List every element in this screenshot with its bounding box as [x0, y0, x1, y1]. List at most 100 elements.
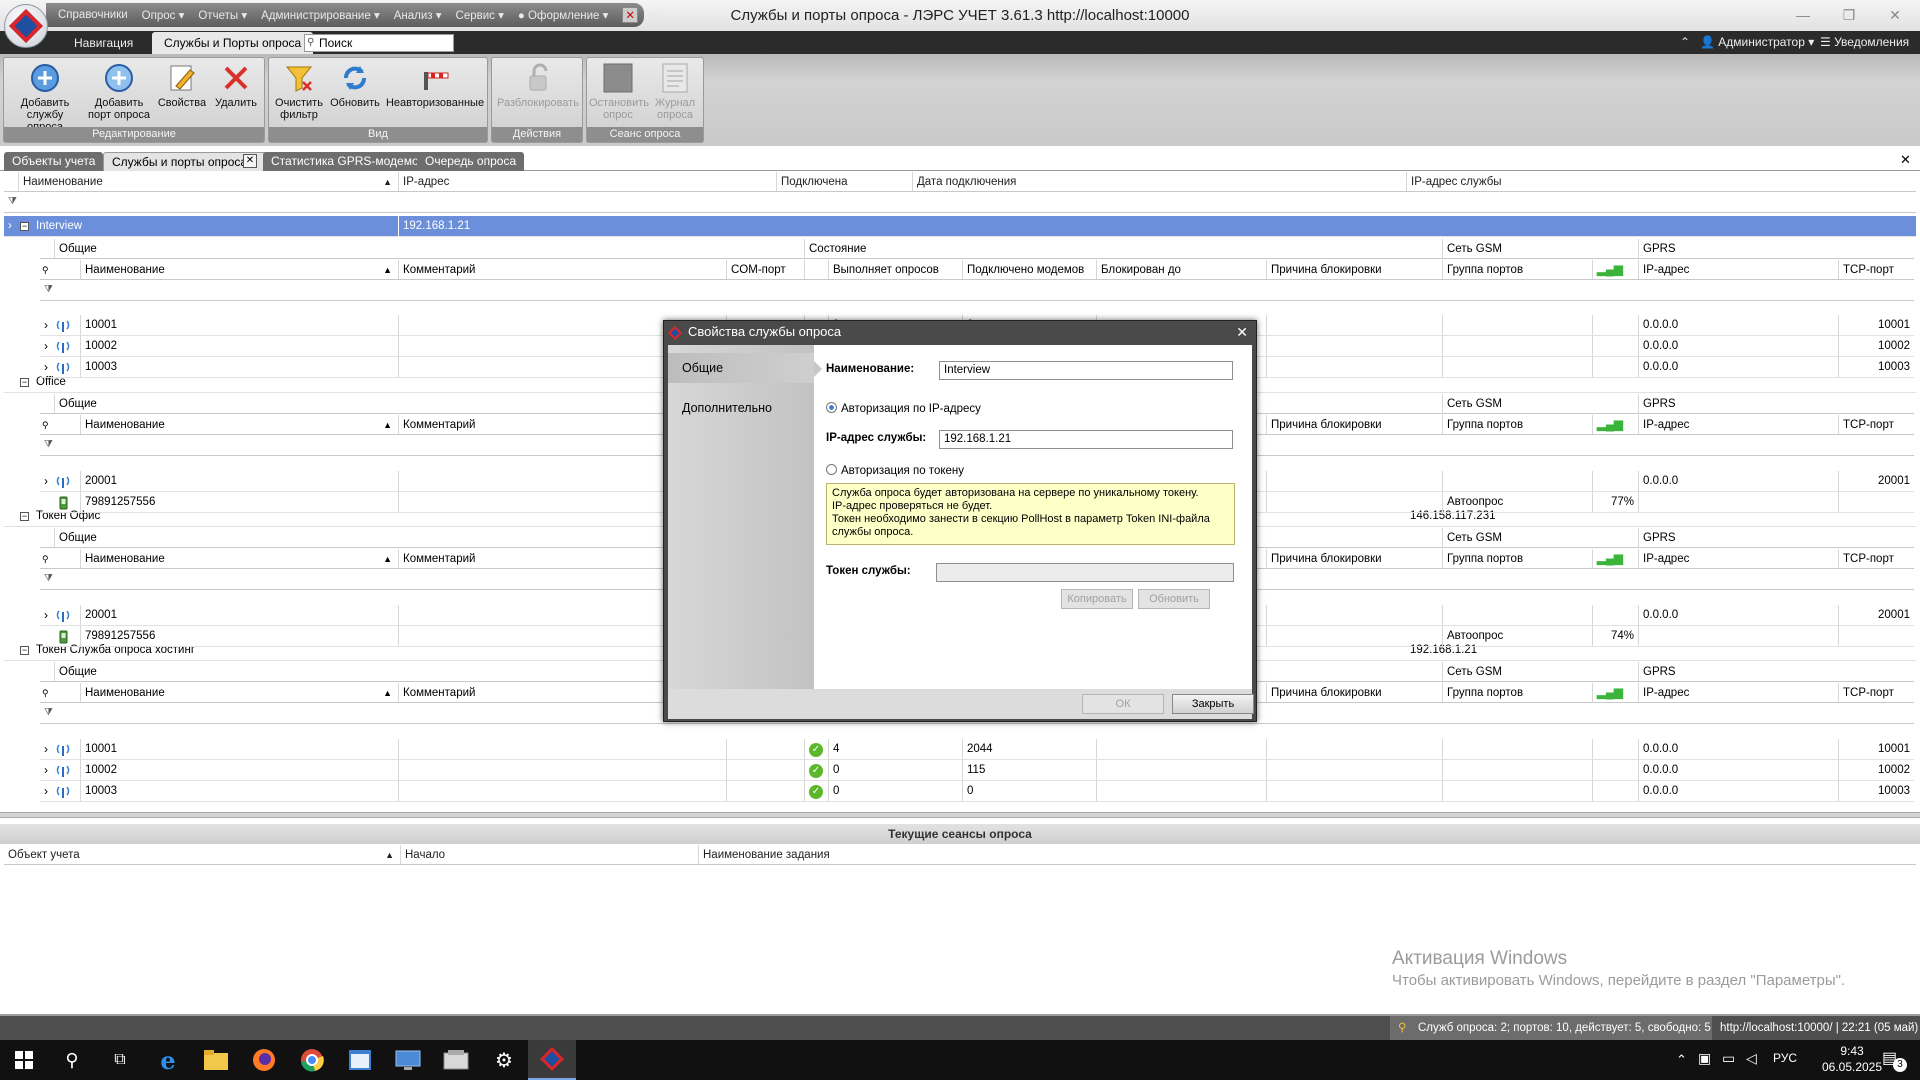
task-view-icon[interactable]: ⧉	[96, 1040, 144, 1080]
edge-icon[interactable]: e	[144, 1040, 192, 1080]
token-input[interactable]	[936, 563, 1234, 582]
add-service-button[interactable]: Добавитьслужбу опроса	[8, 62, 82, 133]
ok-button[interactable]: ОК	[1082, 694, 1164, 714]
user-menu[interactable]: 👤 Администратор ▾	[1700, 31, 1814, 54]
collapse-icon[interactable]: −	[20, 512, 29, 521]
delete-button[interactable]: Удалить	[210, 62, 262, 109]
subcol-block-reason[interactable]: Причина блокировки	[1266, 260, 1442, 279]
poll-log-button[interactable]: Журнал опроса	[647, 62, 703, 121]
col-connect-date[interactable]: Дата подключения	[912, 172, 1406, 191]
subcol-name[interactable]: Наименование ▲	[80, 549, 398, 568]
file-explorer-icon[interactable]	[192, 1040, 240, 1080]
close-all-tabs-icon[interactable]: ✕	[1900, 152, 1911, 168]
firefox-icon[interactable]	[240, 1040, 288, 1080]
menu-service[interactable]: Сервис ▾	[456, 8, 504, 22]
subcol-tcp[interactable]: TCP-порт	[1838, 415, 1914, 434]
tab-services-ports[interactable]: Службы и Порты опроса	[152, 32, 314, 54]
properties-button[interactable]: Свойства	[156, 62, 208, 109]
col-task-name[interactable]: Наименование задания	[698, 845, 1916, 864]
subcol-com-port[interactable]: COM-порт	[726, 260, 804, 279]
notifications-button[interactable]: ☰ Уведомления	[1820, 31, 1909, 54]
refresh-token-button[interactable]: Обновить	[1138, 589, 1210, 609]
restore-icon[interactable]: ❐	[1834, 4, 1864, 26]
tool-icon[interactable]	[432, 1040, 480, 1080]
subcol-port-group[interactable]: Группа портов	[1442, 683, 1592, 702]
subcol-signal[interactable]: ▂▄▆	[1592, 549, 1638, 568]
dialog-close-icon[interactable]: ✕	[1236, 321, 1248, 343]
search-icon[interactable]: ⚲	[42, 415, 49, 435]
close-button[interactable]: Закрыть	[1172, 694, 1254, 714]
expand-row-icon[interactable]: ›	[44, 781, 48, 802]
close-tab-icon[interactable]: ✕	[243, 154, 257, 168]
menu-administration[interactable]: Администрирование ▾	[261, 8, 380, 22]
panel-splitter[interactable]	[0, 812, 1920, 818]
menu-directories[interactable]: Справочники	[58, 9, 128, 21]
quick-access-icon[interactable]: ✕	[622, 7, 639, 23]
subcol-tcp[interactable]: TCP-порт	[1838, 683, 1914, 702]
subcol-ip[interactable]: IP-адрес	[1638, 415, 1838, 434]
col-start[interactable]: Начало	[400, 845, 698, 864]
subcol-block-reason[interactable]: Причина блокировки	[1266, 683, 1442, 702]
expand-row-icon[interactable]: ›	[44, 760, 48, 781]
service-ip-input[interactable]: 192.168.1.21	[939, 430, 1233, 449]
subcol-name[interactable]: Наименование ▲	[80, 415, 398, 434]
subcol-blocked-until[interactable]: Блокирован до	[1096, 260, 1266, 279]
tray-app-icon[interactable]: ▣	[1698, 1050, 1711, 1067]
subcol-block-reason[interactable]: Причина блокировки	[1266, 549, 1442, 568]
lers-app-icon[interactable]	[528, 1040, 576, 1080]
col-service-ip[interactable]: IP-адрес службы	[1406, 172, 1916, 191]
main-filter-row[interactable]: ⧩	[4, 193, 1916, 213]
search-input[interactable]: ⚲ Поиск	[304, 34, 454, 52]
subgrid-filter-row[interactable]: ⧩	[40, 281, 1914, 301]
subcol-polls[interactable]: Выполняет опросов	[828, 260, 962, 279]
customize-dropdown-icon[interactable]: ▾	[652, 8, 658, 22]
table-row[interactable]: › 10001 ✓ 4 2044 0.0.0.0 10001	[40, 739, 1914, 760]
expand-row-icon[interactable]: ›	[44, 315, 48, 336]
app-window-icon[interactable]	[336, 1040, 384, 1080]
radio-ip-auth[interactable]: Авторизация по IP-адресу	[826, 402, 981, 415]
tab-navigation[interactable]: Навигация	[62, 32, 145, 54]
refresh-button[interactable]: Обновить	[327, 62, 383, 109]
app-logo-icon[interactable]	[4, 4, 48, 48]
subcol-signal[interactable]: ▂▄▆	[1592, 683, 1638, 702]
stop-poll-button[interactable]: Остановить опрос	[589, 62, 649, 121]
add-port-button[interactable]: Добавить порт опроса	[84, 62, 154, 121]
col-name[interactable]: Наименование ▲	[18, 172, 398, 191]
col-accounting-object[interactable]: Объект учета ▲	[4, 845, 400, 864]
subcol-block-reason[interactable]: Причина блокировки	[1266, 415, 1442, 434]
remote-desktop-icon[interactable]	[384, 1040, 432, 1080]
table-row[interactable]: › 10003 ✓ 0 0 0.0.0.0 10003	[40, 781, 1914, 802]
taskbar-search-icon[interactable]: ⚲	[48, 1040, 96, 1080]
radio-token-auth[interactable]: Авторизация по токену	[826, 464, 964, 477]
network-icon[interactable]: ▭	[1722, 1050, 1735, 1067]
dialog-tab-general[interactable]: Общие	[668, 353, 814, 383]
subcol-modems[interactable]: Подключено модемов	[962, 260, 1096, 279]
doctab-poll-queue[interactable]: Очередь опроса	[417, 152, 525, 171]
close-window-icon[interactable]: ✕	[1880, 4, 1910, 26]
clock[interactable]: 9:43 06.05.2025	[1812, 1043, 1892, 1075]
collapse-icon[interactable]: −	[20, 222, 29, 231]
menu-reports[interactable]: Отчеты ▾	[198, 8, 247, 22]
clear-filter-button[interactable]: Очистить фильтр	[271, 62, 327, 121]
search-icon[interactable]: ⚲	[42, 683, 49, 703]
subcol-port-group[interactable]: Группа портов	[1442, 415, 1592, 434]
subcol-ip[interactable]: IP-адрес	[1638, 549, 1838, 568]
subcol-signal[interactable]: ▂▄▆	[1592, 260, 1638, 279]
col-ip[interactable]: IP-адрес	[398, 172, 776, 191]
unblock-button[interactable]: Разблокировать	[494, 62, 582, 109]
doctab-gprs-stats[interactable]: Статистика GPRS-модемов	[263, 152, 433, 171]
tray-chevron-icon[interactable]: ⌃	[1676, 1052, 1687, 1068]
subcol-ip[interactable]: IP-адрес	[1638, 260, 1838, 279]
menu-appearance[interactable]: ● Оформление ▾	[518, 8, 609, 22]
collapse-ribbon-icon[interactable]: ⌃	[1680, 31, 1690, 54]
copy-token-button[interactable]: Копировать	[1061, 589, 1133, 609]
collapse-icon[interactable]: −	[20, 646, 29, 655]
group-row-interview[interactable]: › − Interview 192.168.1.21	[4, 216, 1916, 237]
volume-icon[interactable]: ◁	[1746, 1050, 1757, 1067]
subcol-signal[interactable]: ▂▄▆	[1592, 415, 1638, 434]
subcol-tcp[interactable]: TCP-порт	[1838, 260, 1914, 279]
col-connected[interactable]: Подключена	[776, 172, 912, 191]
chrome-icon[interactable]	[288, 1040, 336, 1080]
subcol-name[interactable]: Наименование ▲	[80, 260, 398, 279]
settings-icon[interactable]: ⚙	[480, 1040, 528, 1080]
